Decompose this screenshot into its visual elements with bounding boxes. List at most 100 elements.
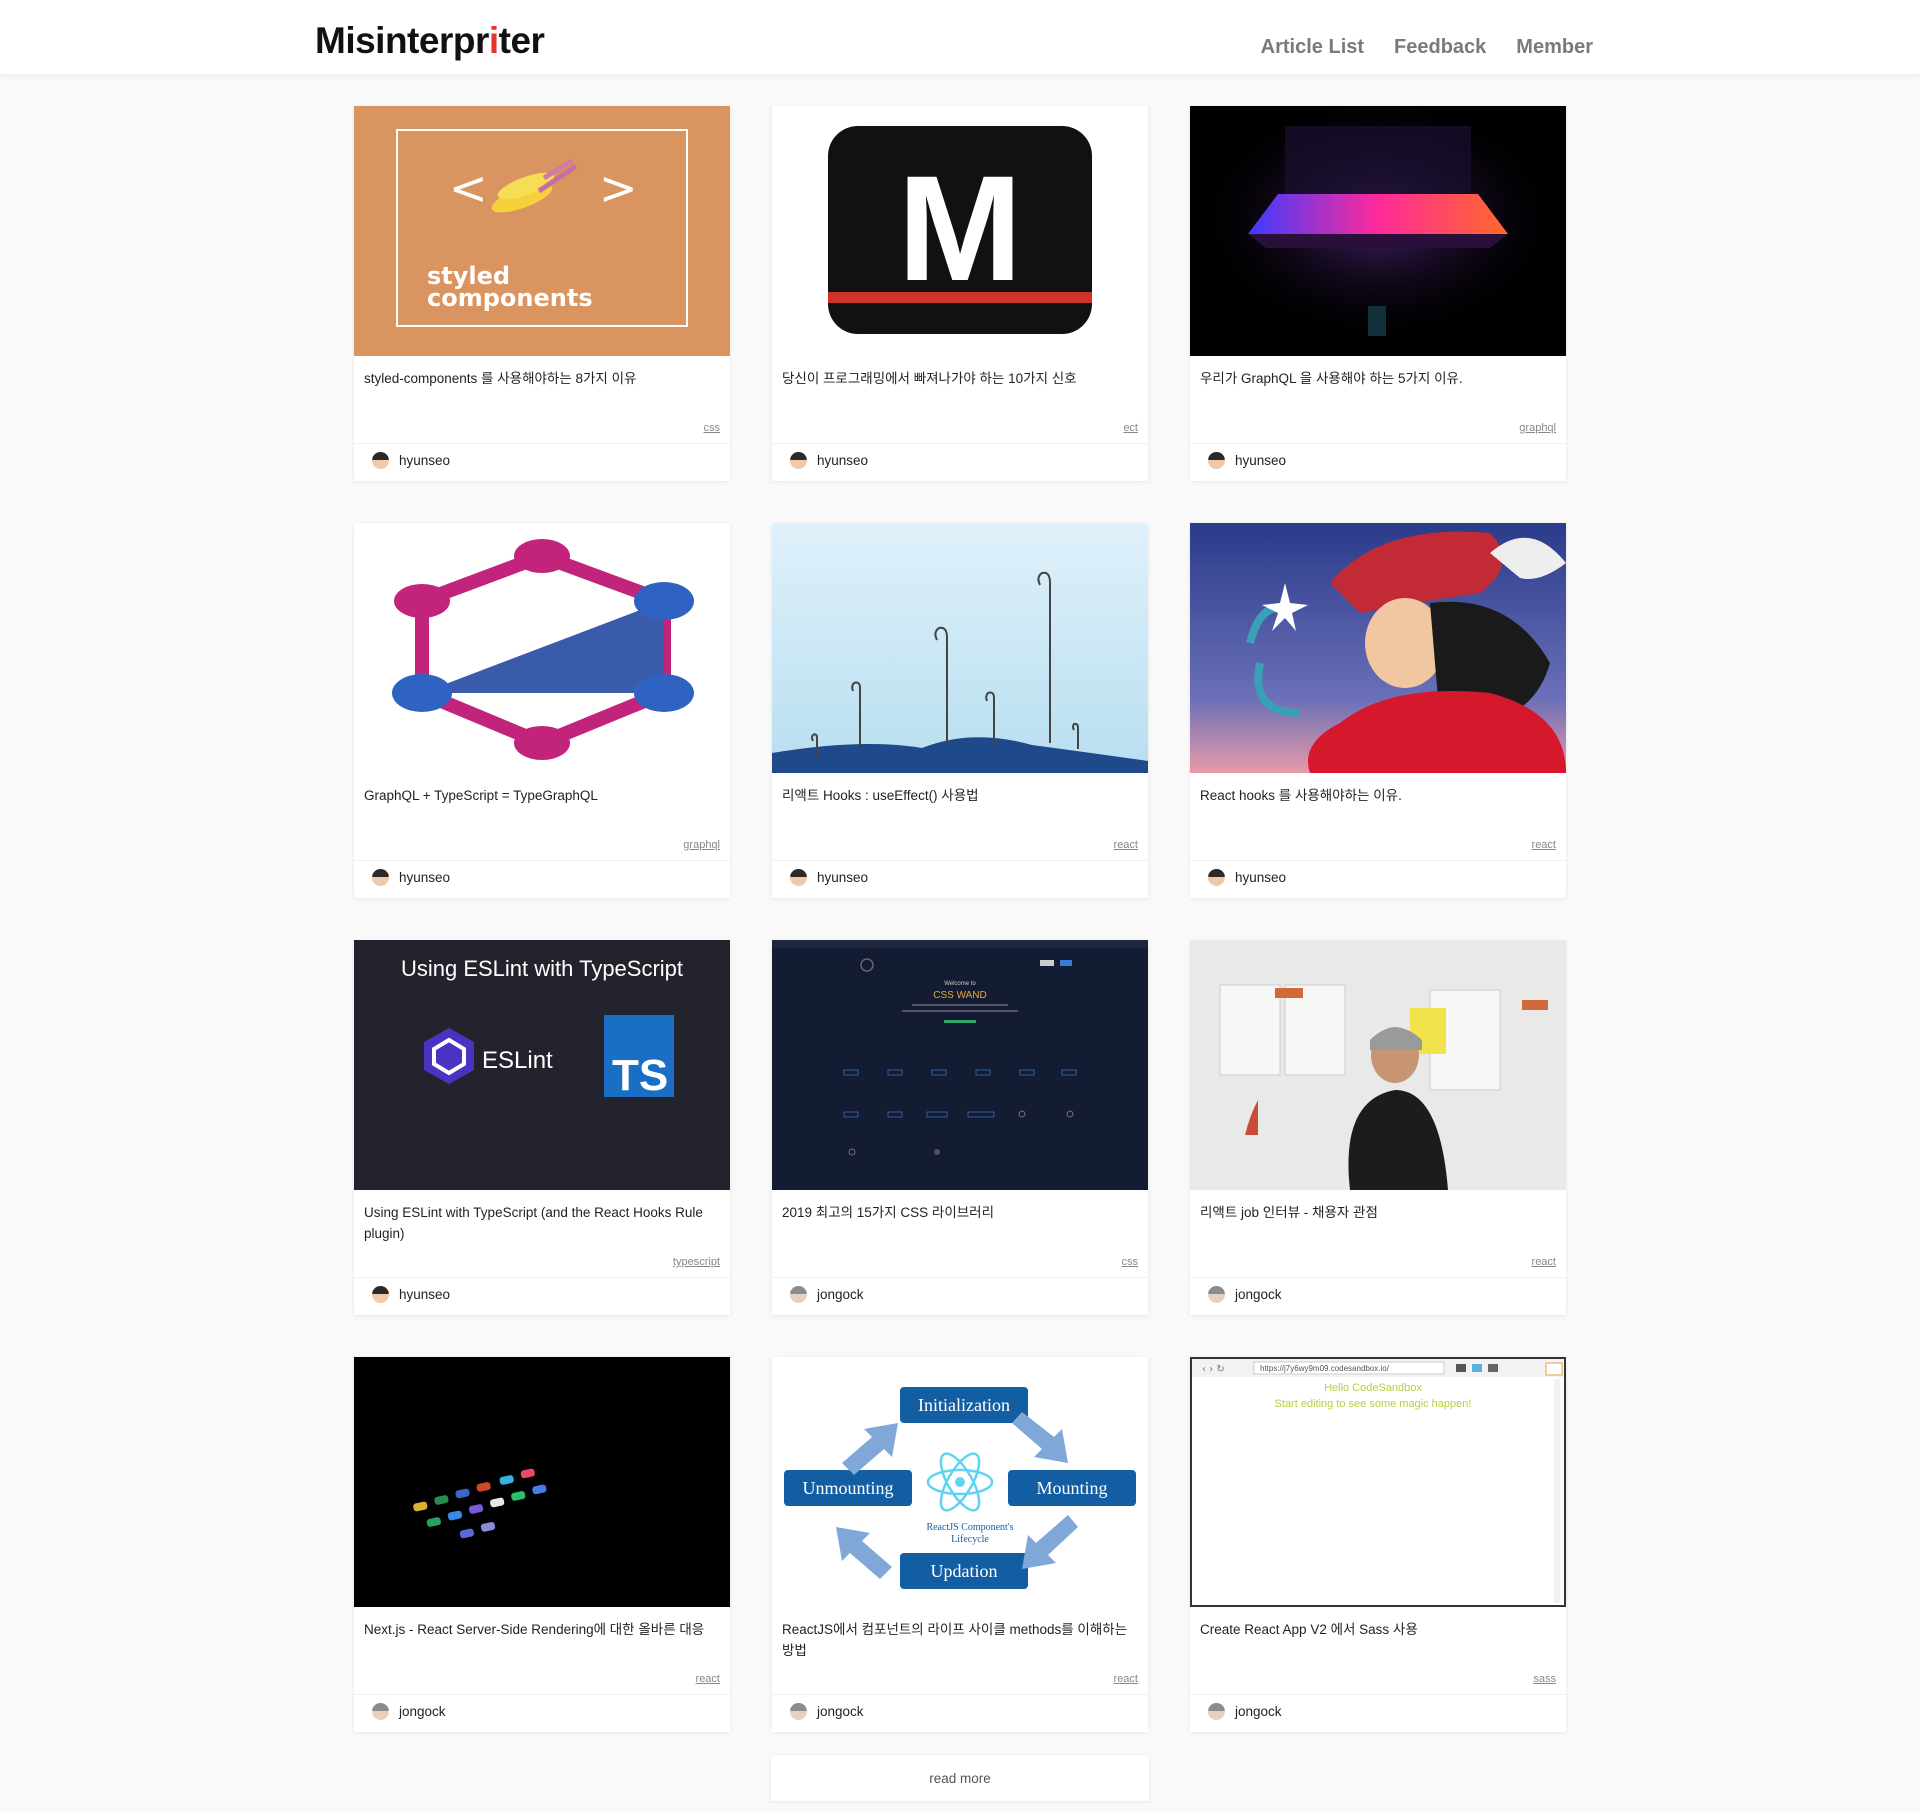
- author-name: jongock: [1235, 1704, 1282, 1719]
- phone-apps-image: [354, 1357, 730, 1607]
- article-card[interactable]: 우리가 GraphQL 을 사용해야 하는 5가지 이유. graphql hy…: [1190, 106, 1566, 481]
- nav-member[interactable]: Member: [1516, 36, 1593, 59]
- card-divider: [772, 860, 1148, 861]
- article-author[interactable]: hyunseo: [790, 869, 868, 886]
- article-card[interactable]: Welcome to CSS WAND 2019 최고의 15가지 CSS 라이: [772, 940, 1148, 1315]
- article-card[interactable]: M 당신이 프로그래밍에서 빠져나가야 하는 10가지 신호 ect hyuns…: [772, 106, 1148, 481]
- avatar: [372, 452, 389, 469]
- avatar: [372, 869, 389, 886]
- card-divider: [1190, 1277, 1566, 1278]
- article-title: Create React App V2 에서 Sass 사용: [1200, 1622, 1418, 1637]
- css-wand-screenshot: Welcome to CSS WAND: [772, 940, 1148, 1190]
- article-thumbnail: Using ESLint with TypeScript ESLint TS: [354, 940, 730, 1190]
- main-nav: Article List Feedback Member: [1261, 36, 1593, 59]
- svg-text:components: components: [427, 284, 593, 312]
- avatar: [790, 1286, 807, 1303]
- author-name: hyunseo: [399, 870, 451, 885]
- svg-text:Lifecycle: Lifecycle: [951, 1534, 989, 1545]
- article-author[interactable]: jongock: [1208, 1286, 1282, 1303]
- article-thumbnail: Welcome to CSS WAND: [772, 940, 1148, 1190]
- article-author[interactable]: jongock: [372, 1703, 446, 1720]
- article-author[interactable]: jongock: [790, 1703, 864, 1720]
- article-card[interactable]: ‹ › ↻ https://j7y6wy9m09.codesandbox.io/…: [1190, 1357, 1566, 1732]
- article-tag[interactable]: react: [1532, 1256, 1556, 1268]
- card-divider: [354, 1694, 730, 1695]
- svg-text:Using ESLint with TypeScript: Using ESLint with TypeScript: [401, 956, 683, 981]
- author-name: hyunseo: [399, 453, 451, 468]
- card-divider: [1190, 443, 1566, 444]
- svg-text:‹ › ↻: ‹ › ↻: [1202, 1364, 1225, 1375]
- article-thumbnail: M: [772, 106, 1148, 356]
- article-tag[interactable]: react: [1532, 839, 1556, 851]
- article-card[interactable]: GraphQL + TypeScript = TypeGraphQL graph…: [354, 523, 730, 898]
- interview-photo: [1190, 940, 1566, 1190]
- author-name: jongock: [1235, 1287, 1282, 1302]
- article-thumbnail: Initialization Mounting Updation Unmount…: [772, 1357, 1148, 1607]
- article-title: React hooks 를 사용해야하는 이유.: [1200, 788, 1402, 803]
- codesandbox-screenshot: ‹ › ↻ https://j7y6wy9m09.codesandbox.io/…: [1190, 1357, 1566, 1607]
- article-tag[interactable]: sass: [1533, 1673, 1556, 1685]
- article-author[interactable]: jongock: [1208, 1703, 1282, 1720]
- article-tag[interactable]: react: [696, 1673, 720, 1685]
- article-title: 우리가 GraphQL 을 사용해야 하는 5가지 이유.: [1200, 371, 1463, 386]
- medium-logo-icon: M: [898, 144, 1023, 312]
- article-title: 리액트 job 인터뷰 - 채용자 관점: [1200, 1205, 1378, 1220]
- top-header: Misinterpriter Article List Feedback Mem…: [0, 0, 1920, 74]
- article-card[interactable]: 리액트 job 인터뷰 - 채용자 관점 react jongock: [1190, 940, 1566, 1315]
- svg-text:Mounting: Mounting: [1036, 1478, 1107, 1498]
- article-tag[interactable]: graphql: [1519, 422, 1556, 434]
- article-card[interactable]: 리액트 Hooks : useEffect() 사용법 react hyunse…: [772, 523, 1148, 898]
- article-title: GraphQL + TypeScript = TypeGraphQL: [364, 788, 598, 803]
- article-thumbnail: [354, 523, 730, 773]
- article-author[interactable]: hyunseo: [372, 1286, 450, 1303]
- article-card[interactable]: Next.js - React Server-Side Rendering에 대…: [354, 1357, 730, 1732]
- article-author[interactable]: hyunseo: [790, 452, 868, 469]
- article-author[interactable]: jongock: [790, 1286, 864, 1303]
- card-divider: [354, 860, 730, 861]
- read-more-button[interactable]: read more: [771, 1755, 1149, 1801]
- article-card[interactable]: Initialization Mounting Updation Unmount…: [772, 1357, 1148, 1732]
- article-author[interactable]: hyunseo: [1208, 869, 1286, 886]
- article-author[interactable]: hyunseo: [1208, 452, 1286, 469]
- article-thumbnail: [1190, 106, 1566, 356]
- card-divider: [354, 1277, 730, 1278]
- avatar: [790, 869, 807, 886]
- article-tag[interactable]: react: [1114, 839, 1138, 851]
- article-thumbnail: [1190, 940, 1566, 1190]
- greater-than-glyph: >: [599, 161, 638, 215]
- site-logo[interactable]: Misinterpriter: [315, 20, 545, 62]
- article-tag[interactable]: css: [1122, 1256, 1139, 1268]
- article-thumbnail: [354, 1357, 730, 1607]
- article-author[interactable]: hyunseo: [372, 869, 450, 886]
- article-tag[interactable]: react: [1114, 1673, 1138, 1685]
- author-name: hyunseo: [1235, 453, 1287, 468]
- svg-text:CSS WAND: CSS WAND: [933, 990, 987, 1001]
- author-name: jongock: [399, 1704, 446, 1719]
- article-card[interactable]: Using ESLint with TypeScript ESLint TS U…: [354, 940, 730, 1315]
- article-author[interactable]: hyunseo: [372, 452, 450, 469]
- article-thumbnail: ‹ › ↻ https://j7y6wy9m09.codesandbox.io/…: [1190, 1357, 1566, 1607]
- card-divider: [1190, 860, 1566, 861]
- article-title: 당신이 프로그래밍에서 빠져나가야 하는 10가지 신호: [782, 371, 1077, 386]
- article-thumbnail: [772, 523, 1148, 773]
- article-title: Using ESLint with TypeScript (and the Re…: [364, 1205, 703, 1241]
- nav-article-list[interactable]: Article List: [1261, 36, 1364, 59]
- article-tag[interactable]: graphql: [683, 839, 720, 851]
- laptop-icon: [1248, 194, 1508, 234]
- article-card[interactable]: < > styled components styled-components …: [354, 106, 730, 481]
- article-tag[interactable]: css: [704, 422, 721, 434]
- card-divider: [354, 443, 730, 444]
- svg-text:ReactJS Component's: ReactJS Component's: [926, 1522, 1013, 1533]
- nav-feedback[interactable]: Feedback: [1394, 36, 1486, 59]
- author-name: hyunseo: [399, 1287, 451, 1302]
- svg-text:https://j7y6wy9m09.codesandbox: https://j7y6wy9m09.codesandbox.io/: [1260, 1364, 1390, 1373]
- article-tag[interactable]: ect: [1123, 422, 1138, 434]
- author-name: jongock: [817, 1287, 864, 1302]
- article-tag[interactable]: typescript: [673, 1256, 720, 1268]
- article-card[interactable]: React hooks 를 사용해야하는 이유. react hyunseo: [1190, 523, 1566, 898]
- svg-text:Start editing to see some magi: Start editing to see some magic happen!: [1275, 1398, 1472, 1410]
- author-name: hyunseo: [817, 870, 869, 885]
- author-name: jongock: [817, 1704, 864, 1719]
- captain-hook-image: [1190, 523, 1566, 773]
- typegraphql-logo-icon: [354, 523, 730, 773]
